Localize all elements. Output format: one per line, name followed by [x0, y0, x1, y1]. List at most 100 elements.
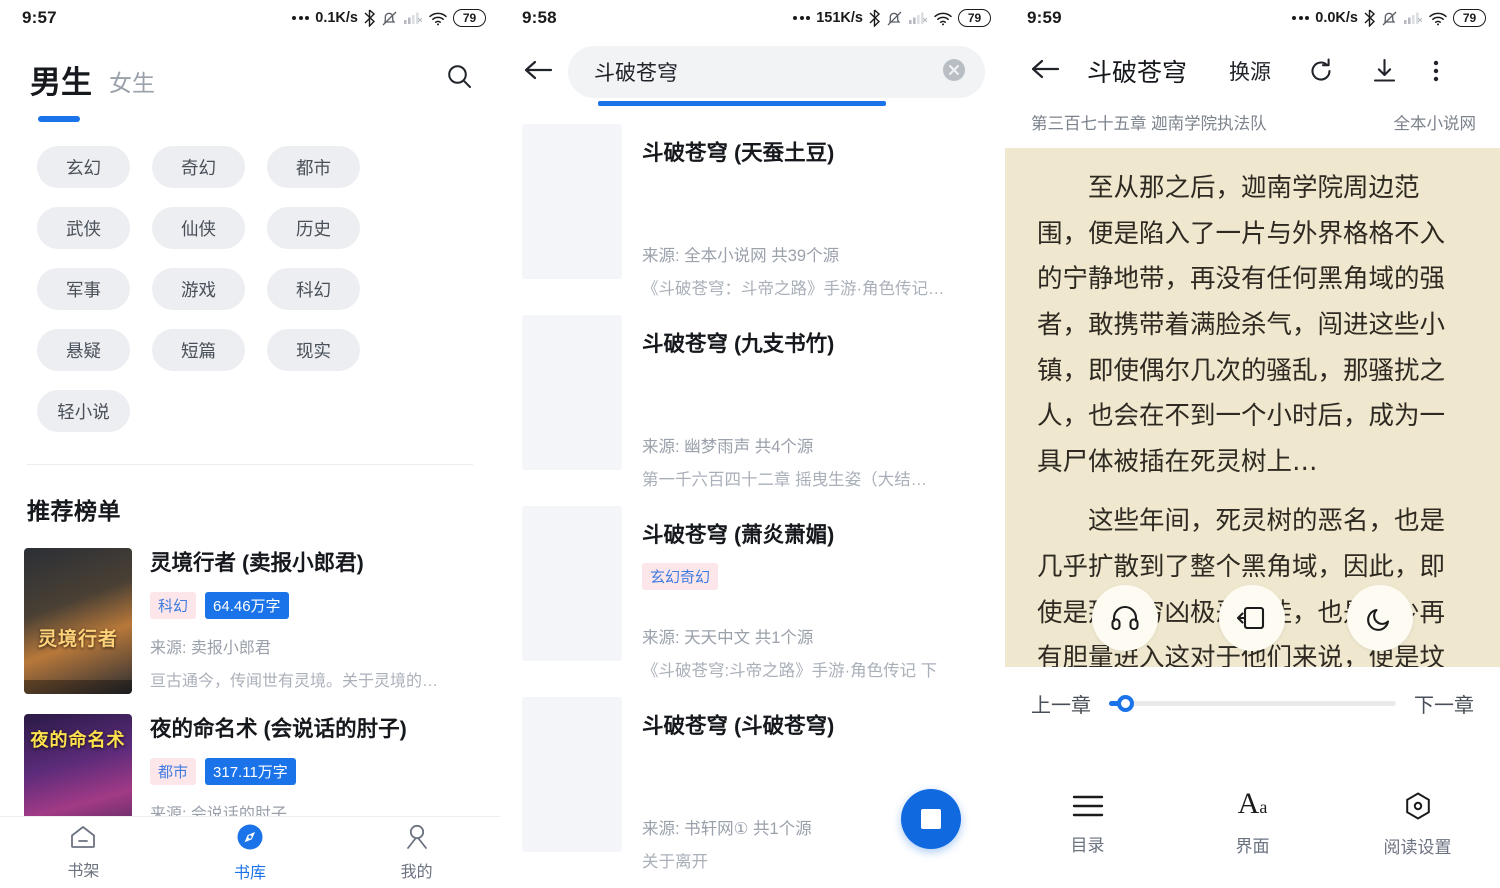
stop-search-fab[interactable]	[901, 789, 961, 849]
category-chip[interactable]: 奇幻	[152, 146, 245, 188]
download-icon[interactable]	[1371, 57, 1398, 85]
search-panel: 9:58 151K/s 79 斗破苍穹 斗破苍穹 (天蚕土豆) 来源: 全本小说…	[500, 0, 1005, 888]
reader-book-title: 斗破苍穹	[1087, 59, 1188, 87]
book-title: 灵境行者 (卖报小郎君)	[150, 551, 364, 575]
back-arrow-icon[interactable]	[522, 56, 554, 89]
reader-header: 斗破苍穹 换源	[1005, 36, 1500, 98]
category-chip[interactable]: 轻小说	[37, 390, 130, 432]
prev-chapter-button[interactable]: 上一章	[1031, 689, 1091, 718]
reader-panel: 9:59 0.0K/s 79 斗破苍穹 换源 第三百七十五章 迦南学院执法队 全…	[1005, 0, 1500, 888]
tab-male[interactable]: 男生	[30, 67, 92, 98]
book-tag-row: 科幻 64.46万字	[150, 591, 482, 619]
book-info: 灵境行者 (卖报小郎君) 科幻 64.46万字 来源: 卖报小郎君 亘古通今，传…	[150, 548, 482, 694]
tab-library[interactable]: 书库	[167, 822, 334, 883]
reading-settings-button[interactable]: 阅读设置	[1335, 791, 1500, 858]
search-result-list: 斗破苍穹 (天蚕土豆) 来源: 全本小说网 共39个源 《斗破苍穹：斗帝之路》手…	[500, 98, 1005, 888]
search-result-item[interactable]: 斗破苍穹 (天蚕土豆) 来源: 全本小说网 共39个源 《斗破苍穹：斗帝之路》手…	[500, 124, 1005, 315]
category-chip[interactable]: 军事	[37, 268, 130, 310]
chapter-progress-slider[interactable]	[1109, 694, 1396, 714]
result-thumbnail	[522, 697, 622, 852]
next-chapter-button[interactable]: 下一章	[1414, 689, 1474, 718]
wifi-icon	[429, 12, 447, 26]
genre-badge: 都市	[150, 757, 197, 785]
eye-protect-icon	[1237, 606, 1265, 630]
category-chip[interactable]: 玄幻	[37, 146, 130, 188]
slider-thumb[interactable]	[1117, 695, 1134, 712]
reader-bottom-toolbar: 目录 Aa 界面 阅读设置	[1005, 770, 1500, 888]
tab-bookshelf[interactable]: 书架	[0, 824, 167, 881]
dots-icon	[292, 16, 310, 20]
search-header: 斗破苍穹	[500, 36, 1005, 106]
status-time: 9:59	[1027, 8, 1062, 27]
bluetooth-icon	[364, 9, 376, 27]
signal-icon	[404, 12, 423, 24]
reading-content-area[interactable]: 至从那之后，迦南学院周边范围，便是陷入了一片与外界格格不入的宁静地带，再没有任何…	[1005, 148, 1500, 667]
listen-button[interactable]	[1091, 585, 1158, 651]
wifi-icon	[1429, 12, 1447, 26]
screen-mode-button[interactable]	[1219, 585, 1286, 651]
status-time: 9:57	[22, 8, 57, 27]
result-body: 斗破苍穹 (天蚕土豆) 来源: 全本小说网 共39个源 《斗破苍穹：斗帝之路》手…	[642, 124, 985, 315]
more-vertical-icon[interactable]	[1432, 57, 1440, 85]
mute-bell-icon	[382, 11, 397, 26]
result-latest-chapter: 关于离开	[642, 853, 708, 871]
tab-profile[interactable]: 我的	[333, 823, 500, 882]
section-title-recommend: 推荐榜单	[27, 498, 121, 524]
book-description: 亘古通今，传闻世有灵境。关于灵境的…	[150, 672, 439, 690]
tab-active-indicator	[38, 116, 80, 122]
network-speed: 0.1K/s	[315, 10, 358, 26]
search-result-item[interactable]: 斗破苍穹 (九支书竹) 来源: 幽梦雨声 共4个源 第一千六百四十二章 摇曳生姿…	[500, 315, 1005, 506]
back-arrow-icon[interactable]	[1029, 55, 1061, 88]
search-input[interactable]: 斗破苍穹	[568, 46, 985, 98]
dots-icon	[1292, 16, 1310, 20]
change-source-button[interactable]: 换源	[1229, 56, 1271, 86]
tab-label: 我的	[400, 864, 433, 881]
search-progress-bar	[598, 101, 886, 106]
dots-icon	[793, 16, 811, 20]
category-chip[interactable]: 历史	[267, 207, 360, 249]
toolbar-label: 阅读设置	[1383, 837, 1452, 857]
category-chip[interactable]: 武侠	[37, 207, 130, 249]
category-chip[interactable]: 都市	[267, 146, 360, 188]
content-paragraph: 至从那之后，迦南学院周边范围，便是陷入了一片与外界格格不入的宁静地带，再没有任何…	[1037, 173, 1446, 477]
category-chip[interactable]: 现实	[267, 329, 360, 371]
clear-icon[interactable]	[941, 57, 967, 88]
catalog-button[interactable]: 目录	[1005, 793, 1170, 856]
category-chip[interactable]: 仙侠	[152, 207, 245, 249]
library-panel: 9:57 0.1K/s 79 男生 女生 玄幻 奇幻 都市 武侠 仙侠 历史 军…	[0, 0, 500, 888]
result-thumbnail	[522, 315, 622, 470]
home-icon	[71, 826, 96, 848]
tab-label: 书库	[234, 865, 267, 882]
night-mode-button[interactable]	[1347, 585, 1414, 651]
category-chip[interactable]: 游戏	[152, 268, 245, 310]
result-source: 来源: 天天中文 共1个源	[642, 629, 814, 647]
signal-icon	[909, 12, 928, 24]
search-result-item[interactable]: 斗破苍穹 (萧炎萧媚) 玄幻奇幻 来源: 天天中文 共1个源 《斗破苍穹:斗帝之…	[500, 506, 1005, 697]
book-title: 夜的命名术 (会说话的肘子)	[150, 717, 407, 741]
slider-track	[1109, 701, 1396, 706]
book-list-item[interactable]: 灵境行者 灵境行者 (卖报小郎君) 科幻 64.46万字 来源: 卖报小郎君 亘…	[0, 542, 500, 708]
category-chip[interactable]: 悬疑	[37, 329, 130, 371]
result-source: 来源: 幽梦雨声 共4个源	[642, 438, 814, 456]
result-genre-badge: 玄幻奇幻	[642, 563, 719, 590]
category-chip[interactable]: 短篇	[152, 329, 245, 371]
status-icons: 151K/s 79	[793, 9, 991, 27]
result-title: 斗破苍穹 (萧炎萧媚)	[642, 523, 835, 547]
bluetooth-icon	[869, 9, 881, 27]
mute-bell-icon	[1382, 11, 1397, 26]
interface-button[interactable]: Aa 界面	[1170, 789, 1335, 857]
tab-female[interactable]: 女生	[109, 72, 155, 98]
wifi-icon	[934, 12, 952, 26]
result-thumbnail	[522, 506, 622, 661]
chapter-source: 全本小说网	[1393, 115, 1477, 133]
result-latest-chapter: 《斗破苍穹：斗帝之路》手游·角色传记…	[642, 280, 945, 298]
category-chip[interactable]: 科幻	[267, 268, 360, 310]
word-count-badge: 317.11万字	[205, 757, 296, 785]
refresh-icon[interactable]	[1307, 57, 1335, 85]
search-query-text: 斗破苍穹	[594, 62, 678, 85]
search-icon[interactable]	[445, 62, 474, 98]
cover-title: 灵境行者	[37, 628, 118, 650]
book-cover: 灵境行者	[24, 548, 132, 694]
toolbar-label: 目录	[1070, 835, 1105, 855]
toolbar-label: 界面	[1235, 837, 1270, 856]
